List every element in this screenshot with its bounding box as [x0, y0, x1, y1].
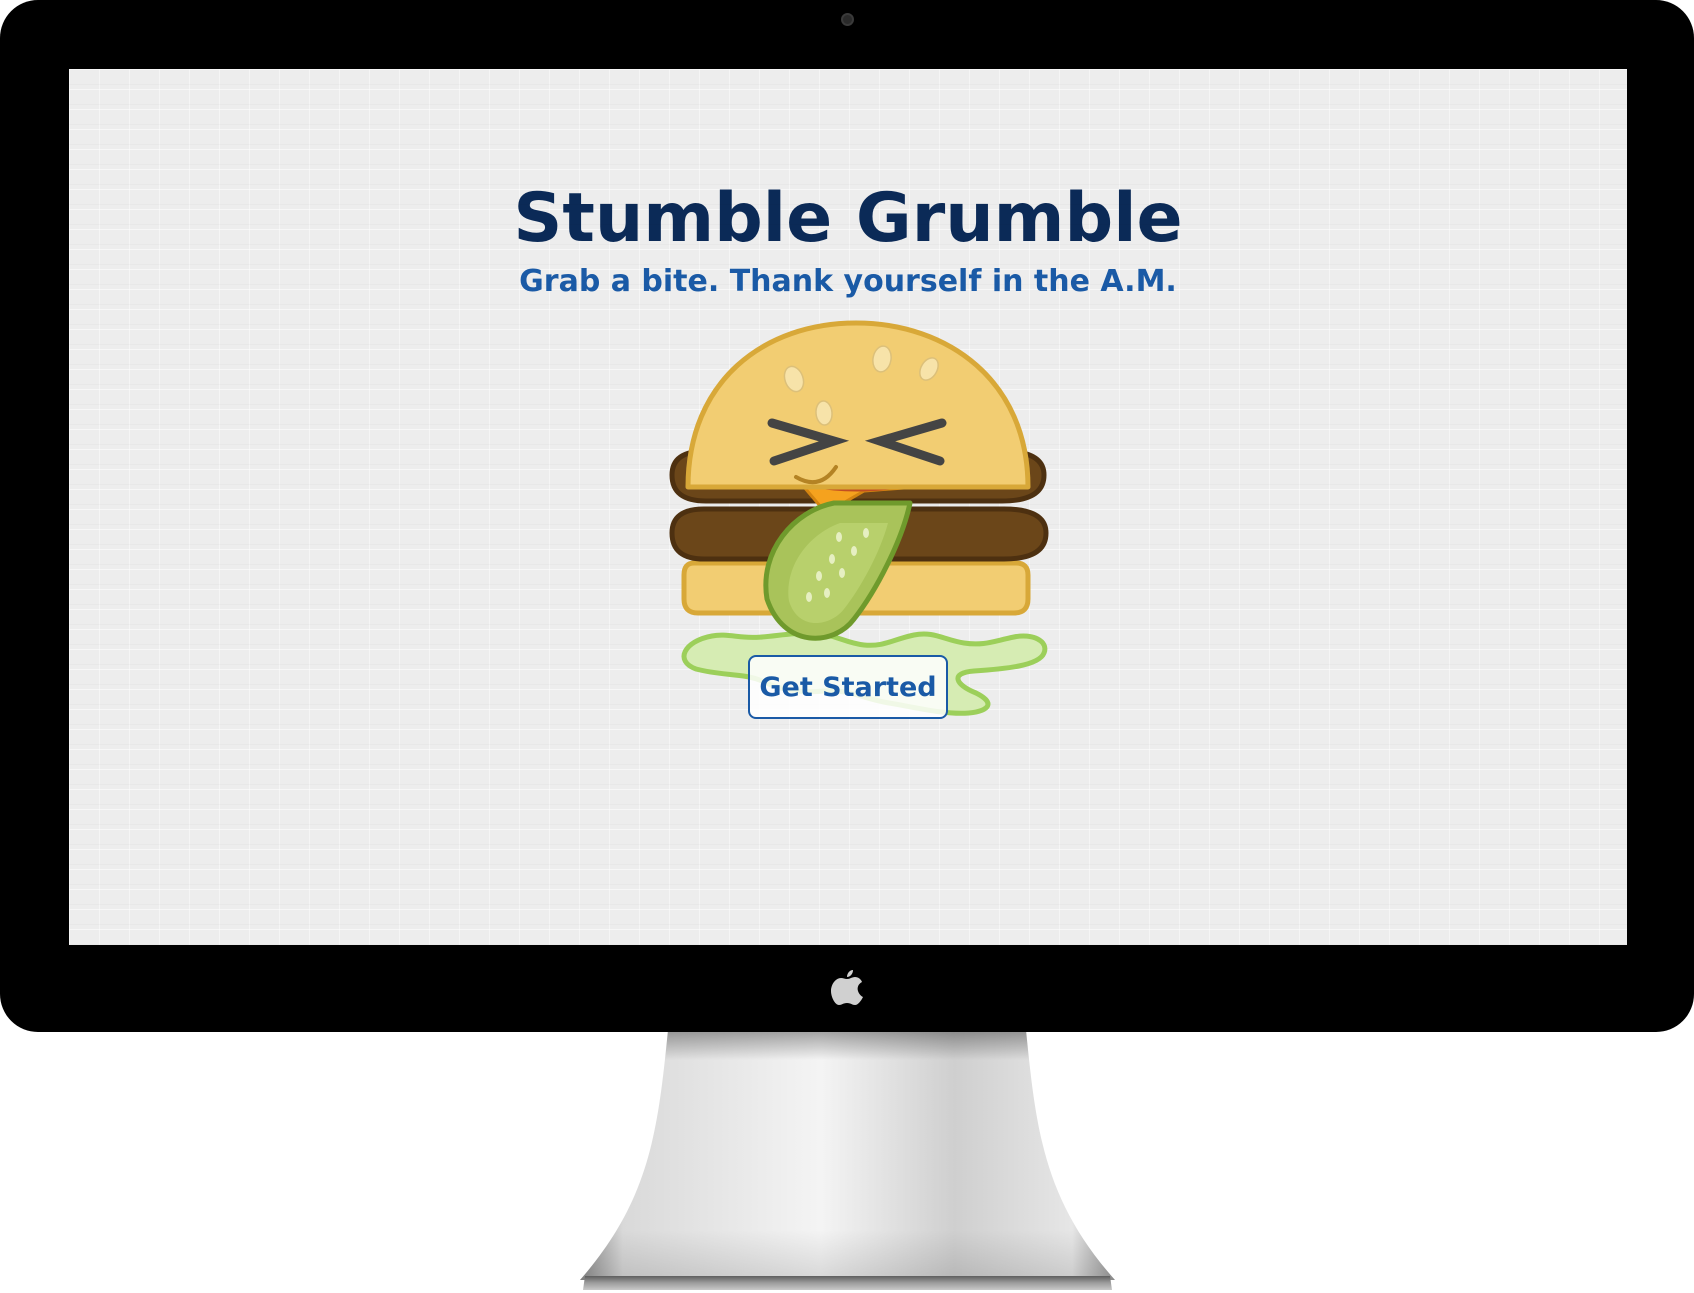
page-tagline: Grab a bite. Thank yourself in the A.M.: [519, 264, 1177, 299]
webcam: [841, 13, 854, 26]
get-started-button[interactable]: Get Started: [748, 655, 948, 719]
device-mockup: Stumble Grumble Grab a bite. Thank yours…: [0, 0, 1694, 1293]
apple-icon: [831, 970, 863, 1005]
monitor-bezel: Stumble Grumble Grab a bite. Thank yours…: [0, 0, 1694, 1032]
top-bun: [685, 320, 1031, 490]
page-title: Stumble Grumble: [513, 179, 1183, 258]
website-screen: Stumble Grumble Grab a bite. Thank yours…: [69, 69, 1627, 945]
